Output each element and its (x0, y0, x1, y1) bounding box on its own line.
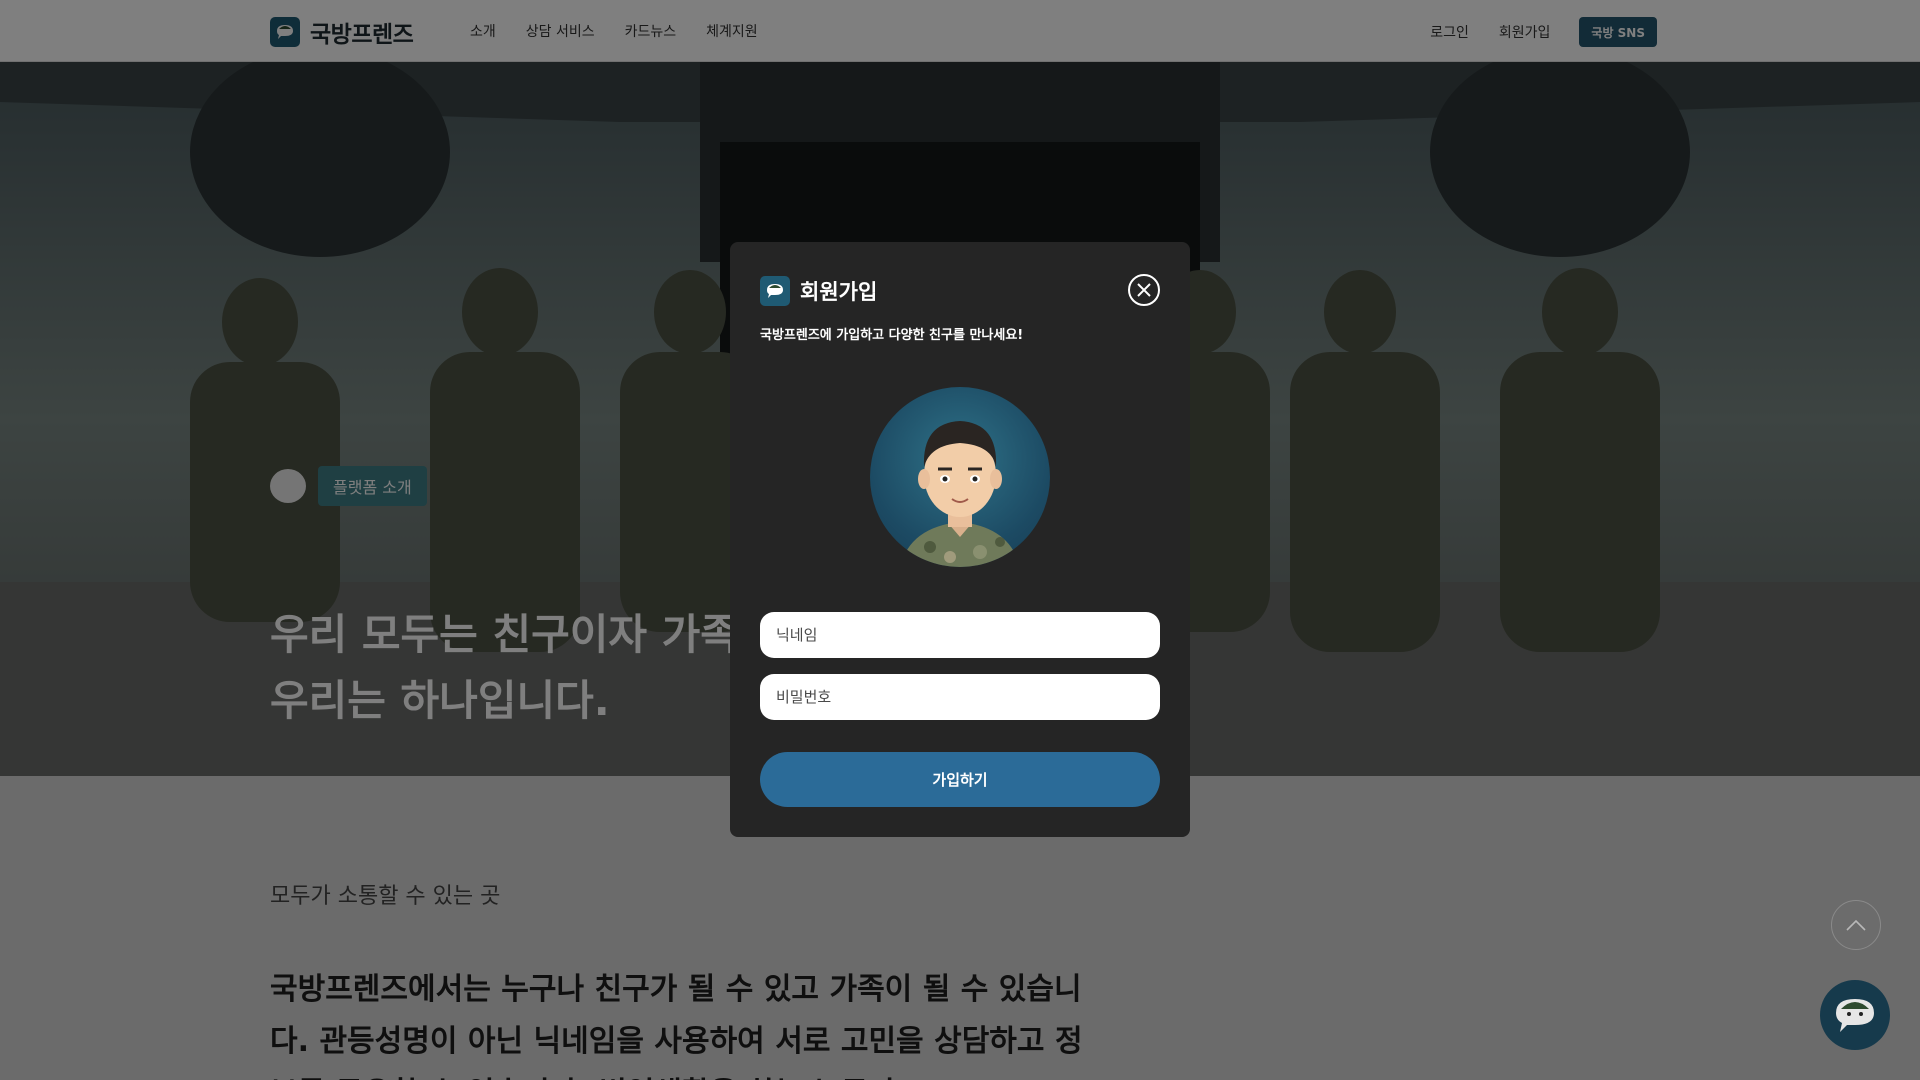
modal-title: 회원가입 (800, 280, 878, 304)
modal-description: 국방프렌즈에 가입하고 다양한 친구를 만나세요! (760, 328, 1024, 343)
soldier-avatar-illustration (900, 421, 1020, 567)
password-field[interactable] (760, 674, 1160, 720)
signup-submit-button[interactable]: 가입하기 (760, 752, 1160, 807)
logo-icon (760, 276, 790, 306)
avatar (870, 387, 1050, 567)
nickname-field[interactable] (760, 612, 1160, 658)
scroll-top-button[interactable] (1831, 900, 1881, 950)
modal-header: 회원가입 (760, 276, 877, 306)
close-button[interactable] (1128, 274, 1160, 306)
chevron-up-icon (1846, 919, 1866, 931)
chatbot-button[interactable] (1820, 980, 1890, 1050)
chatbot-icon (1836, 999, 1874, 1032)
close-icon (1137, 283, 1151, 297)
signup-modal: 회원가입 국방프렌즈에 가입하고 다양한 친구를 만나세요! 닉네임 가입하기 (730, 242, 1190, 837)
